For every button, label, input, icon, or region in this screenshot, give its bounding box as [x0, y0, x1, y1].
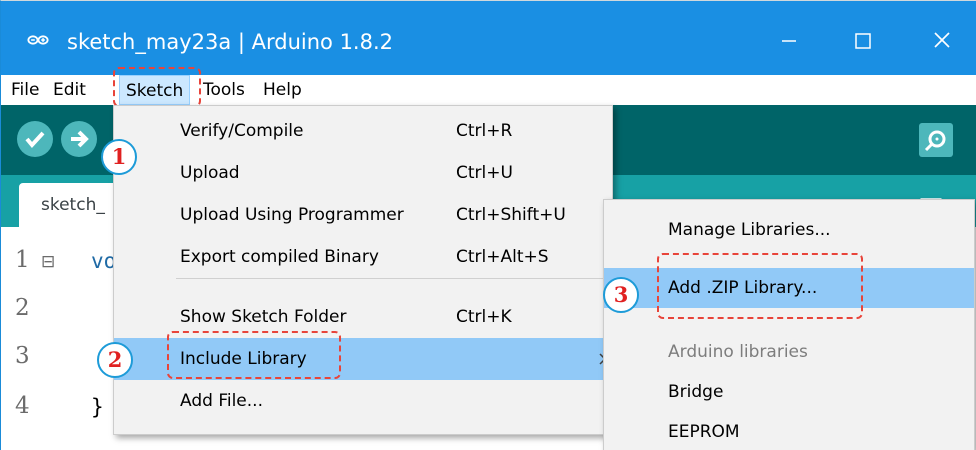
line-number-2: 2: [15, 295, 30, 321]
menu-item-shortcut: Ctrl+Shift+U: [456, 205, 566, 225]
menu-item-label: Verify/Compile: [180, 121, 304, 141]
menu-help[interactable]: Help: [263, 79, 302, 101]
add-zip-library-highlight: [657, 253, 863, 319]
menu-item-label: EEPROM: [668, 422, 740, 442]
line-number: 1: [15, 247, 30, 273]
code-line-4: }: [91, 395, 104, 419]
line-number-1: 1 ⊟: [15, 247, 85, 273]
line-number-4: 4: [15, 393, 30, 419]
menu-item-shortcut: Ctrl+U: [456, 163, 513, 183]
upload-button[interactable]: [61, 121, 97, 157]
close-button[interactable]: [919, 23, 965, 59]
maximize-icon: [855, 33, 871, 49]
sketch-dropdown-menu: Verify/Compile Ctrl+R Upload Ctrl+U Uplo…: [113, 105, 613, 435]
menu-item-label: Manage Libraries...: [668, 220, 831, 240]
menu-item-bridge[interactable]: Bridge: [604, 372, 974, 412]
menu-item-label: Upload: [180, 163, 240, 183]
step-3-badge: 3: [603, 277, 639, 313]
menu-item-shortcut: Ctrl+R: [456, 121, 513, 141]
include-library-submenu: Manage Libraries... Add .ZIP Library... …: [603, 199, 975, 450]
window-title: sketch_may23a | Arduino 1.8.2: [67, 30, 394, 54]
menu-item-export-compiled-binary[interactable]: Export compiled Binary Ctrl+Alt+S: [114, 236, 612, 278]
minimize-icon: [782, 40, 796, 42]
arduino-logo-icon: [27, 35, 49, 45]
sketch-menu-highlight: [113, 67, 201, 107]
menu-item-label: Export compiled Binary: [180, 247, 379, 267]
fold-toggle-icon[interactable]: ⊟: [41, 252, 55, 272]
magnifier-icon: [924, 130, 946, 152]
step-1-badge: 1: [101, 139, 137, 175]
arrow-right-icon: [71, 130, 89, 148]
arduino-ide-window: sketch_may23a | Arduino 1.8.2 File Edit …: [0, 0, 976, 450]
menu-item-label: Bridge: [668, 382, 724, 402]
menu-file[interactable]: File: [11, 79, 39, 101]
maximize-button[interactable]: [839, 23, 885, 59]
menu-item-verify-compile[interactable]: Verify/Compile Ctrl+R: [114, 110, 612, 152]
step-2-badge: 2: [97, 342, 133, 378]
menu-section-label: Arduino libraries: [668, 342, 808, 362]
include-library-highlight: [167, 331, 341, 379]
menu-item-eeprom[interactable]: EEPROM: [604, 412, 974, 450]
minimize-button[interactable]: [765, 23, 811, 59]
menu-item-shortcut: Ctrl+Alt+S: [456, 247, 549, 267]
menu-item-upload-using-programmer[interactable]: Upload Using Programmer Ctrl+Shift+U: [114, 194, 612, 236]
line-number-3: 3: [15, 343, 30, 369]
menu-item-upload[interactable]: Upload Ctrl+U: [114, 152, 612, 194]
verify-button[interactable]: [17, 121, 53, 157]
menu-tools[interactable]: Tools: [203, 79, 245, 101]
menu-item-label: Add File...: [180, 391, 263, 411]
close-icon: [934, 32, 950, 48]
menu-item-add-file[interactable]: Add File...: [114, 380, 612, 422]
section-header-arduino-libraries: Arduino libraries: [604, 332, 974, 372]
menu-edit[interactable]: Edit: [53, 79, 86, 101]
checkmark-icon: [25, 131, 45, 149]
menu-item-label: Upload Using Programmer: [180, 205, 404, 225]
title-bar: sketch_may23a | Arduino 1.8.2: [1, 1, 976, 75]
menu-item-shortcut: Ctrl+K: [456, 307, 512, 327]
menu-item-manage-libraries[interactable]: Manage Libraries...: [604, 210, 974, 250]
serial-monitor-button[interactable]: [919, 123, 953, 157]
menu-separator: [176, 278, 606, 279]
